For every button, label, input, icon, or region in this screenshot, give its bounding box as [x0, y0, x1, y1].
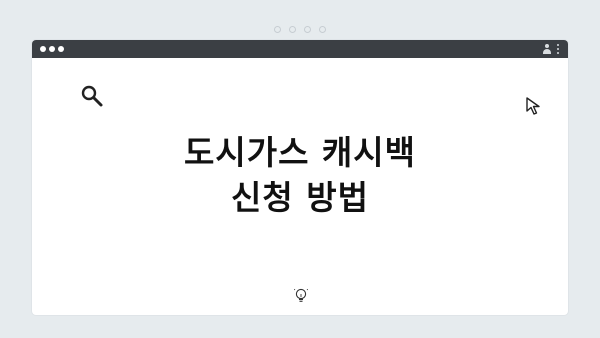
pagination-dot: [274, 26, 281, 33]
title-line-2: 신청 방법: [231, 178, 369, 217]
title-line-1: 도시가스 캐시백: [183, 133, 416, 172]
window-content: 도시가스 캐시백 신청 방법: [32, 58, 568, 315]
window-control-minimize[interactable]: [49, 46, 55, 52]
window-control-maximize[interactable]: [58, 46, 64, 52]
page-background: 도시가스 캐시백 신청 방법: [0, 0, 600, 338]
titlebar-actions: [542, 43, 560, 55]
window-controls: [40, 46, 64, 52]
pagination-dots: [0, 26, 600, 33]
pagination-dot: [289, 26, 296, 33]
window-control-close[interactable]: [40, 46, 46, 52]
window-titlebar: [32, 40, 568, 58]
kebab-menu-icon[interactable]: [557, 43, 560, 55]
cursor-pointer-icon: [526, 97, 540, 115]
browser-window: 도시가스 캐시백 신청 방법: [32, 40, 568, 315]
lightbulb-icon: [294, 288, 308, 302]
search-icon: [81, 85, 103, 107]
page-title: 도시가스 캐시백 신청 방법: [32, 130, 568, 220]
pagination-dot: [304, 26, 311, 33]
pagination-dot: [319, 26, 326, 33]
user-icon[interactable]: [542, 43, 552, 55]
